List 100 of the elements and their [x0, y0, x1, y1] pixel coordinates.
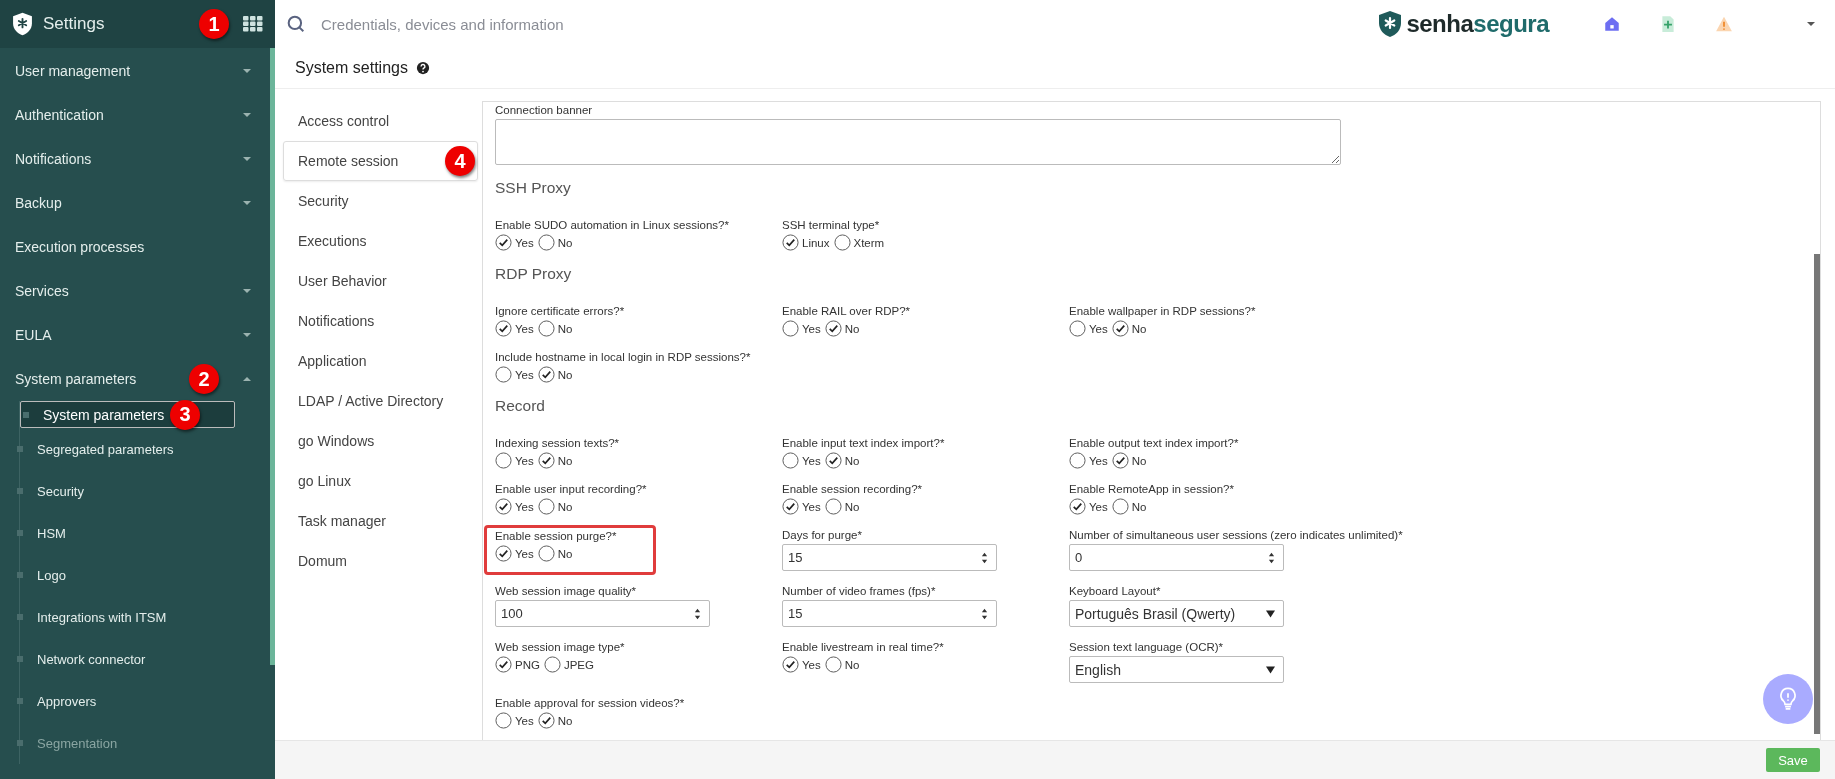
help-icon[interactable] [415, 61, 430, 75]
radio-button[interactable] [537, 498, 555, 515]
radio-label: Yes [1089, 454, 1108, 467]
sidebar-subitem[interactable]: Approvers [20, 680, 267, 722]
radio-button[interactable] [833, 234, 851, 251]
radio-button[interactable] [543, 656, 561, 673]
radio-label: No [557, 500, 573, 513]
radio-button[interactable] [495, 545, 512, 562]
radio-button[interactable] [782, 452, 799, 469]
radio-button[interactable] [824, 320, 842, 337]
settings-tab[interactable]: Application [283, 341, 478, 381]
radio-button[interactable] [537, 452, 555, 469]
radio-button[interactable] [782, 234, 799, 251]
radio-button[interactable] [1069, 320, 1086, 337]
sidebar-subitem[interactable]: Segregated parameters [20, 428, 267, 470]
dropdown-caret-icon[interactable] [1807, 22, 1815, 26]
scrollbar[interactable] [270, 48, 275, 665]
spinner-arrows-icon[interactable] [981, 606, 988, 621]
sidebar-subitem[interactable]: Integrations with ITSM [20, 596, 267, 638]
radio-button[interactable] [824, 452, 842, 469]
field-label: Enable session purge?* [495, 530, 618, 542]
radio-button[interactable] [1111, 320, 1129, 337]
radio-button[interactable] [495, 452, 512, 469]
sidebar-item[interactable]: Execution processes [0, 225, 269, 269]
radio-button[interactable] [537, 320, 555, 337]
radio-button[interactable] [537, 366, 555, 383]
search-field[interactable]: Credentials, devices and information [319, 14, 1365, 34]
settings-tab[interactable]: go Linux [283, 461, 478, 501]
spinner-arrows-icon[interactable] [981, 550, 988, 565]
radio-button[interactable] [824, 656, 842, 673]
scrollbar[interactable] [1814, 254, 1820, 734]
sidebar-item[interactable]: Services [0, 269, 269, 313]
radio-button[interactable] [495, 234, 512, 251]
radio-label: No [557, 454, 573, 467]
section-heading: SSH Proxy [495, 179, 572, 197]
radio-label: Yes [802, 454, 821, 467]
search-icon [287, 15, 305, 33]
dropdown[interactable]: Português Brasil (Qwerty) [1069, 600, 1284, 627]
settings-tab[interactable]: Executions [283, 221, 478, 261]
sidebar-item[interactable]: Notifications [0, 137, 269, 181]
sidebar-item[interactable]: System parameters 2 [0, 357, 269, 401]
settings-tab[interactable]: Remote session 4 [283, 141, 478, 181]
radio-button[interactable] [1069, 452, 1086, 469]
radio-label: No [844, 322, 860, 335]
spinner-arrows-icon[interactable] [1268, 550, 1275, 565]
settings-tab[interactable]: LDAP / Active Directory [283, 381, 478, 421]
settings-tab[interactable]: User Behavior [283, 261, 478, 301]
field-label: Include hostname in local login in RDP sessions?* [495, 351, 752, 363]
radio-button[interactable] [1111, 498, 1129, 515]
radio-button[interactable] [495, 366, 512, 383]
page-title: System settings [295, 59, 408, 77]
sidebar-item[interactable]: Authentication [0, 93, 269, 137]
settings-tab[interactable]: Notifications [283, 301, 478, 341]
field-label: Enable user input recording?* [495, 483, 648, 495]
sidebar-subitem[interactable]: HSM [20, 512, 267, 554]
settings-tab[interactable]: Security [283, 181, 478, 221]
sidebar-subitem[interactable]: Security [20, 470, 267, 512]
settings-tab[interactable]: Domum [283, 541, 478, 581]
add-document-icon[interactable] [1659, 15, 1677, 33]
number-input[interactable]: 0 [1069, 544, 1284, 571]
radio-button[interactable] [782, 498, 799, 515]
sidebar-item[interactable]: User management [0, 49, 269, 93]
sidebar-item[interactable]: Backup [0, 181, 269, 225]
radio-button[interactable] [495, 712, 512, 729]
sidebar-subitem[interactable]: Network connector [20, 638, 267, 680]
home-icon[interactable] [1603, 15, 1621, 33]
field-label: Web session image quality* [495, 585, 638, 597]
radio-button[interactable] [537, 234, 555, 251]
field-label: Connection banner [495, 104, 594, 116]
dropdown-arrow-icon [1266, 665, 1275, 674]
sidebar-subitem[interactable]: System parameters 3 [20, 401, 235, 428]
radio-button[interactable] [495, 320, 512, 337]
radio-button[interactable] [1111, 452, 1129, 469]
radio-button[interactable] [495, 656, 512, 673]
field-label: Enable approval for session videos?* [495, 697, 686, 709]
settings-tab[interactable]: Task manager [283, 501, 478, 541]
sidebar-subitem[interactable]: Logo [20, 554, 267, 596]
radio-button[interactable] [782, 656, 799, 673]
sidebar-item[interactable]: EULA [0, 313, 269, 357]
settings-tab[interactable]: go Windows [283, 421, 478, 461]
radio-button[interactable] [537, 545, 555, 562]
radio-label: Yes [802, 500, 821, 513]
radio-button[interactable] [495, 498, 512, 515]
app-grid-icon[interactable] [243, 16, 263, 32]
radio-button[interactable] [537, 712, 555, 729]
radio-button[interactable] [1069, 498, 1086, 515]
radio-label: Yes [515, 236, 534, 249]
sidebar-subitem[interactable]: Segmentation [20, 722, 267, 764]
number-input[interactable]: 15 [782, 600, 997, 627]
settings-tab[interactable]: Access control [283, 101, 478, 141]
field-label: Enable wallpaper in RDP sessions?* [1069, 305, 1257, 317]
shield-logo-icon [12, 12, 33, 36]
dropdown[interactable]: English [1069, 656, 1284, 683]
number-input[interactable]: 100 [495, 600, 710, 627]
field-label: Enable livestream in real time?* [782, 641, 945, 653]
radio-button[interactable] [824, 498, 842, 515]
number-input[interactable]: 15 [782, 544, 997, 571]
radio-label: No [844, 500, 860, 513]
radio-button[interactable] [782, 320, 799, 337]
spinner-arrows-icon[interactable] [694, 606, 701, 621]
